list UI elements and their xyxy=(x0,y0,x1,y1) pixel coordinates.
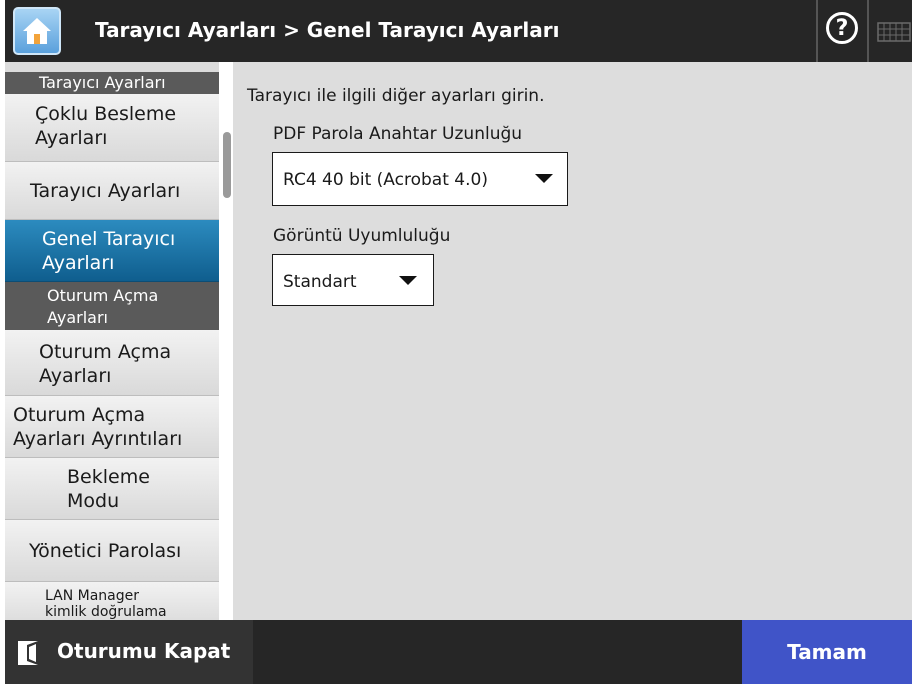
sidebar-item-label: Ayarları xyxy=(35,127,108,149)
sidebar-group-tarayici-ayarlari: Tarayıcı Ayarları xyxy=(5,72,219,94)
logout-button[interactable]: Oturumu Kapat xyxy=(5,620,253,684)
header-divider xyxy=(867,0,869,62)
instruction-text: Tarayıcı ile ilgili diğer ayarları girin… xyxy=(247,86,545,106)
header-bar: Tarayıcı Ayarları > Genel Tarayıcı Ayarl… xyxy=(5,0,912,62)
ok-button[interactable]: Tamam xyxy=(742,620,912,684)
sidebar-item-label: LAN Manager xyxy=(45,588,139,604)
sidebar-item-genel-tarayici-ayarlari[interactable]: Genel Tarayıcı Ayarları xyxy=(5,220,219,282)
sidebar-item-label: Çoklu Besleme xyxy=(35,103,177,125)
sidebar-item-bekleme-modu[interactable]: Bekleme Modu xyxy=(5,458,219,520)
footer-bar: Oturumu Kapat Tamam xyxy=(5,620,912,684)
sidebar-item-label: Oturum Açma xyxy=(13,404,146,426)
sidebar-item-label: Yönetici Parolası xyxy=(29,540,182,562)
image-compat-value: Standart xyxy=(283,272,357,292)
sidebar-group-label: Tarayıcı Ayarları xyxy=(39,73,166,92)
image-compat-dropdown[interactable]: Standart xyxy=(272,254,434,306)
sidebar-group-label: Ayarları xyxy=(47,308,108,327)
image-compat-label: Görüntü Uyumluluğu xyxy=(273,226,451,246)
sidebar-item-label: Modu xyxy=(67,490,120,512)
sidebar-item-tarayici-ayarlari[interactable]: Tarayıcı Ayarları xyxy=(5,162,219,220)
sidebar-item-label: Genel Tarayıcı xyxy=(42,228,176,250)
keyboard-icon[interactable] xyxy=(877,22,911,42)
header-divider xyxy=(816,0,818,62)
logout-icon xyxy=(18,641,38,665)
pdf-password-dropdown[interactable]: RC4 40 bit (Acrobat 4.0) xyxy=(272,152,568,206)
home-button[interactable] xyxy=(13,7,61,55)
sidebar-item-oturum-acma-ayrintilari[interactable]: Oturum Açma Ayarları Ayrıntıları xyxy=(5,396,219,458)
sidebar: Tarayıcı Ayarları Çoklu Besleme Ayarları… xyxy=(5,62,233,620)
pdf-password-label: PDF Parola Anahtar Uzunluğu xyxy=(273,124,523,144)
sidebar-group-label: Oturum Açma xyxy=(47,286,159,305)
sidebar-item-label: Ayarları Ayrıntıları xyxy=(13,428,183,450)
pdf-password-value: RC4 40 bit (Acrobat 4.0) xyxy=(283,170,488,190)
settings-panel: Tarayıcı ile ilgili diğer ayarları girin… xyxy=(233,62,912,620)
sidebar-item-yonetici-parolasi[interactable]: Yönetici Parolası xyxy=(5,520,219,582)
sidebar-item-coklu-besleme[interactable]: Çoklu Besleme Ayarları xyxy=(5,94,219,162)
logout-label: Oturumu Kapat xyxy=(57,639,231,663)
page-title: Tarayıcı Ayarları > Genel Tarayıcı Ayarl… xyxy=(95,18,560,42)
sidebar-item-label: kimlik doğrulama xyxy=(45,604,167,620)
sidebar-scrollbar-thumb[interactable] xyxy=(223,132,231,198)
sidebar-item-label: Ayarları xyxy=(42,252,115,274)
chevron-down-icon xyxy=(535,174,553,183)
sidebar-item-lan-manager[interactable]: LAN Manager kimlik doğrulama xyxy=(5,582,219,620)
sidebar-item-label: Bekleme xyxy=(67,466,150,488)
sidebar-group-oturum-acma: Oturum Açma Ayarları xyxy=(5,282,219,330)
chevron-down-icon xyxy=(399,276,417,285)
sidebar-item-label: Oturum Açma xyxy=(39,341,172,363)
help-button[interactable]: ? xyxy=(826,12,858,44)
home-icon xyxy=(23,18,51,44)
sidebar-item-oturum-acma-ayarlari[interactable]: Oturum Açma Ayarları xyxy=(5,330,219,396)
sidebar-item-label: Ayarları xyxy=(39,365,112,387)
sidebar-item-label: Tarayıcı Ayarları xyxy=(30,180,181,202)
